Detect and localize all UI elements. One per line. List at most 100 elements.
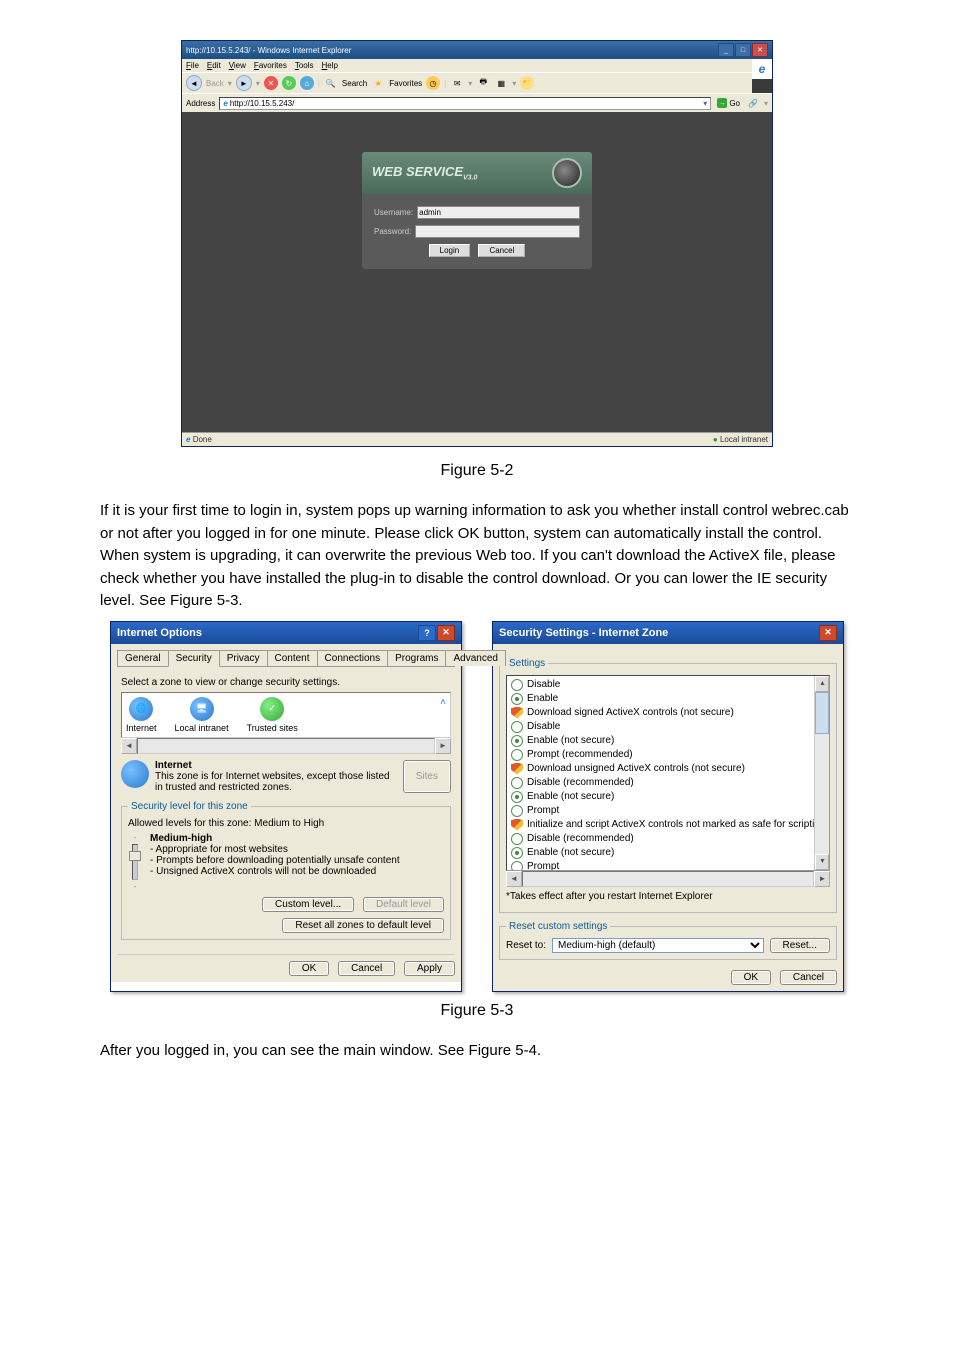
scroll-left-icon[interactable]: ◄ bbox=[506, 871, 522, 887]
menu-favorites[interactable]: Favorites bbox=[254, 61, 287, 70]
radio-icon[interactable] bbox=[511, 721, 523, 733]
reset-all-button[interactable]: Reset all zones to default level bbox=[282, 918, 444, 933]
setting-label: Disable (recommended) bbox=[527, 832, 634, 846]
password-input[interactable] bbox=[415, 225, 580, 238]
menu-edit[interactable]: Edit bbox=[207, 61, 221, 70]
select-zone-label: Select a zone to view or change security… bbox=[121, 677, 451, 688]
radio-icon[interactable] bbox=[511, 679, 523, 691]
ok-button[interactable]: OK bbox=[289, 961, 329, 976]
tab-programs[interactable]: Programs bbox=[387, 650, 446, 666]
zone-hscroll[interactable]: ◄ ► bbox=[121, 738, 451, 754]
links-icon[interactable]: 🔗 bbox=[746, 96, 760, 110]
scroll-up-icon[interactable]: ▲ bbox=[815, 676, 829, 692]
menu-view[interactable]: View bbox=[229, 61, 246, 70]
cancel-button[interactable]: Cancel bbox=[780, 970, 837, 985]
scroll-left-icon[interactable]: ◄ bbox=[121, 738, 137, 754]
radio-icon[interactable] bbox=[511, 693, 523, 705]
zone-internet[interactable]: 🌐 Internet bbox=[126, 697, 157, 733]
print-icon[interactable]: 🖶 bbox=[476, 76, 490, 90]
settings-hscroll[interactable]: ◄ ► bbox=[506, 871, 830, 887]
address-input[interactable]: e http://10.15.5.243/ ▾ bbox=[219, 97, 711, 110]
setting-item[interactable]: Enable (not secure) bbox=[509, 846, 827, 860]
cancel-button[interactable]: Cancel bbox=[478, 244, 525, 257]
username-input[interactable] bbox=[417, 206, 580, 219]
zone-trusted-sites[interactable]: ✓ Trusted sites bbox=[247, 697, 298, 733]
settings-vscroll[interactable]: ▲ ▼ bbox=[814, 676, 829, 870]
radio-icon[interactable] bbox=[511, 791, 523, 803]
apply-button[interactable]: Apply bbox=[404, 961, 455, 976]
zone-selector[interactable]: 🌐 Internet 🖥 Local intranet ✓ Trusted si… bbox=[121, 692, 451, 738]
setting-item[interactable]: Enable bbox=[509, 692, 827, 706]
setting-item[interactable]: Disable (recommended) bbox=[509, 776, 827, 790]
ok-button[interactable]: OK bbox=[731, 970, 771, 985]
internet-options-titlebar: Internet Options ? ✕ bbox=[111, 622, 461, 644]
setting-item[interactable]: Disable bbox=[509, 678, 827, 692]
setting-item[interactable]: Disable (recommended) bbox=[509, 832, 827, 846]
folder-icon[interactable]: 📁 bbox=[520, 76, 534, 90]
radio-icon[interactable] bbox=[511, 735, 523, 747]
setting-item[interactable]: Prompt bbox=[509, 804, 827, 818]
scroll-up-icon[interactable]: ˄ bbox=[440, 697, 446, 708]
close-button[interactable]: ✕ bbox=[819, 625, 837, 641]
settings-list[interactable]: DisableEnableDownload signed ActiveX con… bbox=[506, 675, 830, 871]
edit-icon[interactable]: ▦ bbox=[494, 76, 508, 90]
sites-button[interactable]: Sites bbox=[403, 760, 451, 793]
toolbar: ◄ Back ▾ ► ▾ ✕ ↻ ⌂ | 🔍 Search ★ Favorite… bbox=[182, 72, 752, 93]
radio-icon[interactable] bbox=[511, 749, 523, 761]
maximize-button[interactable]: □ bbox=[735, 43, 751, 57]
back-label[interactable]: Back bbox=[206, 79, 224, 88]
tab-privacy[interactable]: Privacy bbox=[219, 650, 268, 666]
search-label[interactable]: Search bbox=[342, 79, 367, 88]
history-icon[interactable]: ◷ bbox=[426, 76, 440, 90]
close-button[interactable]: ✕ bbox=[752, 43, 768, 57]
setting-item[interactable]: Prompt bbox=[509, 860, 827, 871]
go-button[interactable]: → Go bbox=[715, 98, 742, 108]
reset-button[interactable]: Reset... bbox=[770, 938, 830, 953]
scroll-right-icon[interactable]: ► bbox=[435, 738, 451, 754]
setting-item[interactable]: Enable (not secure) bbox=[509, 790, 827, 804]
tab-security[interactable]: Security bbox=[168, 650, 220, 667]
radio-icon[interactable] bbox=[511, 861, 523, 871]
favorites-icon[interactable]: ★ bbox=[371, 76, 385, 90]
tab-advanced[interactable]: Advanced bbox=[445, 650, 505, 666]
tab-content[interactable]: Content bbox=[267, 650, 318, 666]
tab-general[interactable]: General bbox=[117, 650, 169, 666]
zone-icon: ● bbox=[713, 435, 718, 444]
help-button[interactable]: ? bbox=[418, 625, 436, 641]
setting-item[interactable]: Enable (not secure) bbox=[509, 734, 827, 748]
setting-item[interactable]: Prompt (recommended) bbox=[509, 748, 827, 762]
home-icon[interactable]: ⌂ bbox=[300, 76, 314, 90]
zone-local-intranet[interactable]: 🖥 Local intranet bbox=[175, 697, 229, 733]
back-icon[interactable]: ◄ bbox=[186, 75, 202, 91]
reset-to-select[interactable]: Medium-high (default) bbox=[552, 938, 764, 953]
security-slider[interactable]: -- bbox=[128, 833, 142, 891]
stop-icon[interactable]: ✕ bbox=[264, 76, 278, 90]
tab-connections[interactable]: Connections bbox=[317, 650, 389, 666]
mail-icon[interactable]: ✉ bbox=[450, 76, 464, 90]
scroll-down-icon[interactable]: ▼ bbox=[815, 854, 829, 870]
menu-help[interactable]: Help bbox=[322, 61, 338, 70]
menu-tools[interactable]: Tools bbox=[295, 61, 314, 70]
radio-icon[interactable] bbox=[511, 777, 523, 789]
scroll-thumb[interactable] bbox=[815, 692, 829, 734]
radio-icon[interactable] bbox=[511, 833, 523, 845]
favorites-label[interactable]: Favorites bbox=[389, 79, 422, 88]
forward-icon[interactable]: ► bbox=[236, 75, 252, 91]
minimize-button[interactable]: _ bbox=[718, 43, 734, 57]
default-level-button[interactable]: Default level bbox=[363, 897, 444, 912]
dropdown-icon[interactable]: ▾ bbox=[703, 99, 707, 108]
search-icon[interactable]: 🔍 bbox=[324, 76, 338, 90]
radio-icon[interactable] bbox=[511, 805, 523, 817]
setting-label: Prompt bbox=[527, 860, 559, 871]
cancel-button[interactable]: Cancel bbox=[338, 961, 395, 976]
close-button[interactable]: ✕ bbox=[437, 625, 455, 641]
menu-file[interactable]: File bbox=[186, 61, 199, 70]
setting-label: Enable (not secure) bbox=[527, 734, 614, 748]
setting-item[interactable]: Disable bbox=[509, 720, 827, 734]
radio-icon[interactable] bbox=[511, 847, 523, 859]
settings-fieldset: Settings DisableEnableDownload signed Ac… bbox=[499, 658, 837, 913]
scroll-right-icon[interactable]: ► bbox=[814, 871, 830, 887]
custom-level-button[interactable]: Custom level... bbox=[262, 897, 354, 912]
refresh-icon[interactable]: ↻ bbox=[282, 76, 296, 90]
login-button[interactable]: Login bbox=[429, 244, 471, 257]
